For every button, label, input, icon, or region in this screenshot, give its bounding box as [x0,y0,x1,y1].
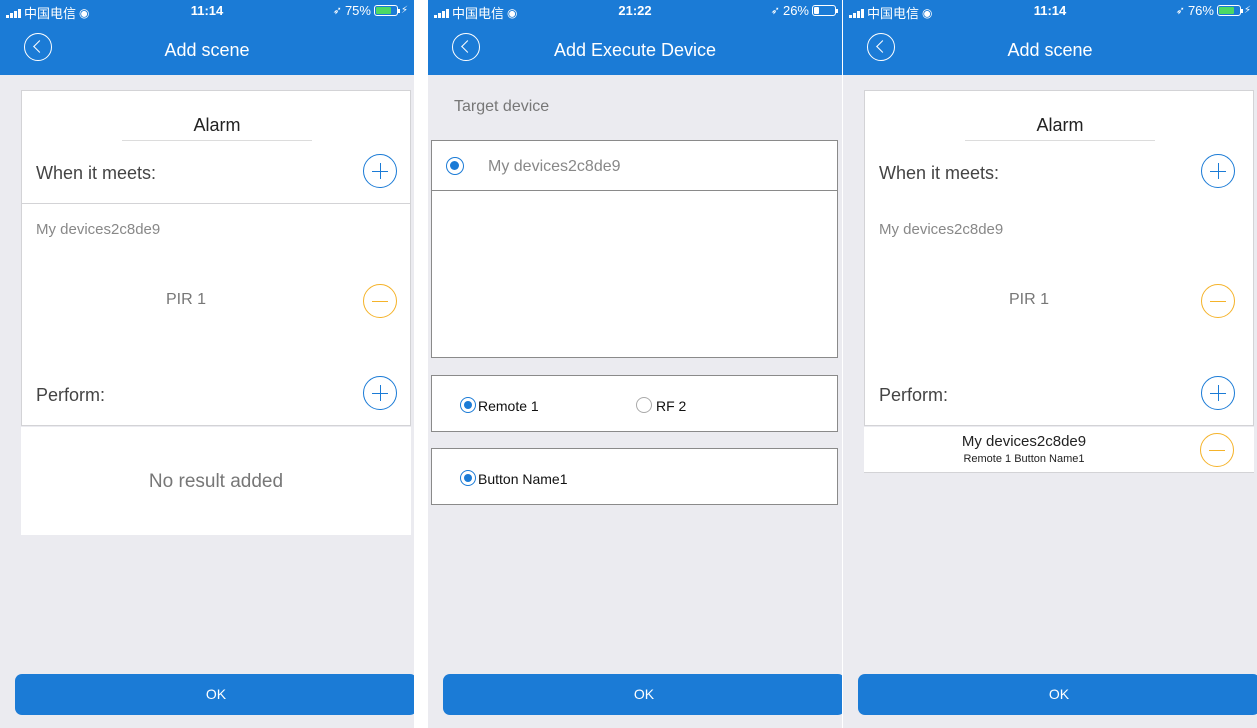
add-result-button[interactable] [1201,376,1235,410]
location-arrow-icon: ➶ [332,5,342,17]
add-execute-device-screen: 中国电信 ◉ 21:22 ➶ 26% Add Execute Device Ta… [428,0,842,728]
empty-result-text: No result added [148,471,284,492]
battery-percent: 26% [782,3,809,18]
status-bar: 中国电信 ◉ 11:14 ➶ 75% ⚡ [0,0,414,22]
remove-condition-button[interactable] [363,284,397,318]
perform-label: Perform: [879,385,949,405]
device-list: My devices2c8de9 [431,140,838,358]
result-detail: Remote 1 Button Name1 [963,453,1085,465]
ok-button[interactable]: OK [15,674,414,715]
status-bar: 中国电信 ◉ 11:14 ➶ 76% ⚡ [843,0,1257,22]
button-label: Button Name1 [478,471,568,487]
condition-device-label: My devices2c8de9 [36,221,161,238]
device-radio[interactable] [446,157,464,175]
button-options: Button Name1 [431,448,838,505]
channel-radio-rf[interactable] [636,397,652,413]
location-arrow-icon: ➶ [770,5,780,17]
scene-card: Alarm When it meets: My devices2c8de9 PI… [21,90,411,426]
ok-button[interactable]: OK [443,674,842,715]
page-title: Add Execute Device [553,40,717,60]
channel-label-rf: RF 2 [656,398,687,414]
add-condition-button[interactable] [1201,154,1235,188]
device-name: My devices2c8de9 [488,158,621,175]
scene-name-input[interactable]: Alarm [965,115,1155,141]
device-list-item[interactable]: My devices2c8de9 [432,141,837,191]
bolt-icon: ⚡ [400,5,408,16]
when-label: When it meets: [36,163,157,183]
perform-label: Perform: [36,385,106,405]
channel-radio-remote[interactable] [460,397,476,413]
condition-value: PIR 1 [165,291,206,308]
condition-value: PIR 1 [1008,291,1049,308]
battery-percent: 75% [344,3,371,18]
battery-icon [1216,5,1243,16]
channel-label-remote: Remote 1 [478,398,539,414]
location-arrow-icon: ➶ [1175,5,1185,17]
status-bar: 中国电信 ◉ 21:22 ➶ 26% [428,0,842,22]
add-scene-screen-1: 中国电信 ◉ 11:14 ➶ 75% ⚡ Add scene Alarm Whe… [0,0,414,728]
section-title: Target device [454,98,550,115]
button-radio[interactable] [460,470,476,486]
add-condition-button[interactable] [363,154,397,188]
result-device-name: My devices2c8de9 [961,433,1087,450]
remove-result-button[interactable] [1200,433,1234,467]
condition-device-label: My devices2c8de9 [879,221,1004,238]
battery-percent: 76% [1187,3,1214,18]
page-title: Add scene [1007,40,1093,60]
result-list-item[interactable]: My devices2c8de9 Remote 1 Button Name1 [864,427,1254,473]
header: 中国电信 ◉ 11:14 ➶ 76% ⚡ Add scene [843,0,1257,75]
page-title: Add scene [164,40,250,60]
remove-condition-button[interactable] [1201,284,1235,318]
header: 中国电信 ◉ 11:14 ➶ 75% ⚡ Add scene [0,0,414,75]
divider [22,203,410,204]
channel-options: Remote 1 RF 2 [431,375,838,432]
add-result-button[interactable] [363,376,397,410]
scene-card: Alarm When it meets: My devices2c8de9 PI… [864,90,1254,426]
scene-name-input[interactable]: Alarm [122,115,312,141]
header: 中国电信 ◉ 21:22 ➶ 26% Add Execute Device [428,0,842,75]
ok-button[interactable]: OK [858,674,1257,715]
add-scene-screen-2: 中国电信 ◉ 11:14 ➶ 76% ⚡ Add scene Alarm Whe… [843,0,1257,728]
battery-icon [373,5,400,16]
bolt-icon: ⚡ [1243,5,1251,16]
result-list: No result added [21,427,411,535]
when-label: When it meets: [879,163,1000,183]
battery-icon [812,5,838,16]
